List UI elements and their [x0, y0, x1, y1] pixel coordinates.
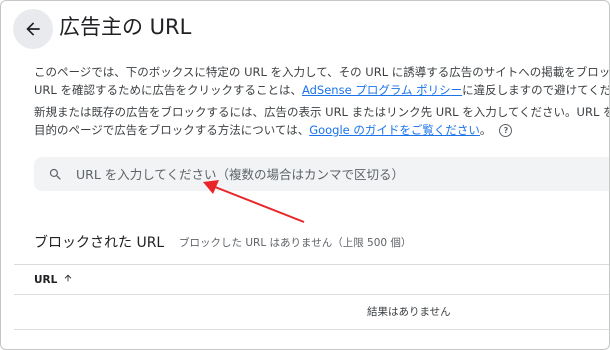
- description-text: 目的のページで広告をブロックする方法については、: [34, 123, 310, 137]
- annotation-arrow-line: [214, 186, 305, 223]
- description-line-2: URL を確認するために広告をクリックすることは、AdSense プログラム ポ…: [34, 81, 609, 99]
- header: 広告主の URL: [1, 1, 609, 53]
- empty-results-message: 結果はありません: [367, 306, 451, 318]
- description-line-3: 新規または既存の広告をブロックするには、広告の表示 URL またはリンク先 UR…: [34, 105, 610, 119]
- description-line-1: このページでは、下のボックスに特定の URL を入力して、その URL に誘導す…: [34, 65, 610, 79]
- url-input[interactable]: [76, 157, 609, 191]
- search-icon: [49, 168, 61, 180]
- description-line-4: 目的のページで広告をブロックする方法については、Google のガイドをご覧くだ…: [34, 121, 609, 139]
- help-circle-icon[interactable]: ?: [499, 124, 513, 137]
- divider: [14, 294, 609, 295]
- back-button[interactable]: [13, 9, 53, 49]
- page-frame: 広告主の URL このページでは、下のボックスに特定の URL を入力して、その…: [0, 0, 610, 350]
- url-search-box[interactable]: [34, 157, 609, 191]
- divider: [14, 264, 609, 265]
- blocked-urls-title: ブロックされた URL: [34, 235, 165, 251]
- description-text: 。: [479, 123, 492, 137]
- arrow-back-icon: [26, 22, 40, 36]
- divider: [14, 329, 609, 330]
- column-header-label: URL: [34, 274, 58, 286]
- column-header-url[interactable]: URL: [34, 272, 73, 288]
- page-title: 広告主の URL: [59, 15, 192, 39]
- adsense-policy-link[interactable]: AdSense プログラム ポリシー: [302, 83, 462, 97]
- description-text: に違反しますので避けてくださいね: [462, 83, 609, 97]
- blocked-urls-note: ブロックした URL はありません（上限 500 個）: [179, 237, 412, 249]
- arrow-up-icon: [63, 272, 73, 288]
- description-text: URL を確認するために広告をクリックすることは、: [34, 83, 302, 97]
- google-guide-link[interactable]: Google のガイドをご覧ください: [309, 123, 480, 137]
